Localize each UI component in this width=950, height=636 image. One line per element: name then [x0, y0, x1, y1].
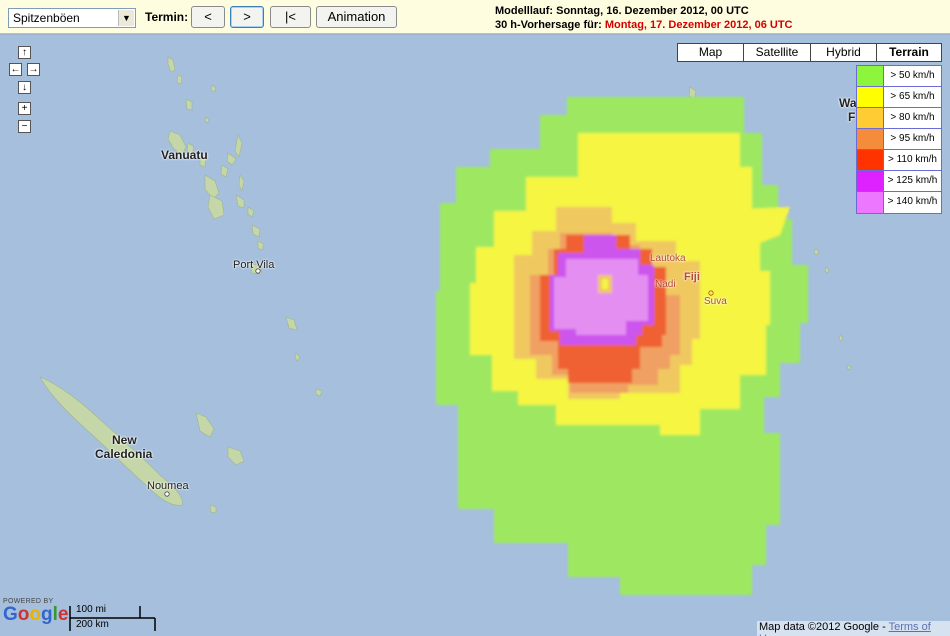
scale-km: 200 km — [76, 619, 109, 630]
toolbar: Spitzenböen ▼ Termin: < > |< Animation M… — [0, 0, 950, 34]
previous-button[interactable]: < — [191, 6, 225, 28]
label-noumea: Noumea — [147, 480, 189, 492]
forecast-prefix: 30 h-Vorhersage für: — [495, 19, 605, 31]
legend-swatch — [857, 87, 884, 107]
scale-miles: 100 mi — [76, 604, 107, 615]
map-attribution: Map data ©2012 Google - Terms of Use — [757, 621, 950, 636]
map-canvas[interactable]: Vanuatu Port Vila New Caledonia Noumea L… — [0, 35, 950, 636]
legend-label: > 110 km/h — [887, 154, 937, 165]
animation-button[interactable]: Animation — [316, 6, 397, 28]
label-lautoka: Lautoka — [650, 253, 686, 264]
new-caledonia-islands — [39, 376, 245, 514]
legend-label: > 125 km/h — [887, 175, 938, 186]
legend-swatch — [857, 150, 884, 170]
legend-label: > 50 km/h — [890, 70, 935, 81]
pan-up-button[interactable]: ↑ — [18, 46, 31, 59]
label-vanuatu: Vanuatu — [161, 148, 208, 162]
pan-left-button[interactable]: ← — [9, 63, 22, 76]
next-button[interactable]: > — [230, 6, 264, 28]
forecast-line: 30 h-Vorhersage für: Montag, 17. Dezembe… — [495, 18, 793, 32]
maptype-map-button[interactable]: Map — [677, 43, 744, 62]
legend-row: > 110 km/h — [857, 150, 941, 171]
label-caledonia: Caledonia — [95, 447, 153, 461]
legend-swatch — [857, 66, 884, 86]
legend-label: > 140 km/h — [887, 196, 938, 207]
legend-label: > 65 km/h — [890, 91, 935, 102]
legend-swatch — [857, 108, 884, 128]
map-layer — [39, 56, 852, 595]
legend-row: > 95 km/h — [857, 129, 941, 150]
legend-label: > 80 km/h — [890, 112, 935, 123]
arrow-right-icon: → — [28, 64, 39, 75]
model-run-text: Modelllauf: Sonntag, 16. Dezember 2012, … — [495, 5, 749, 17]
google-logo[interactable]: POWERED BY Google — [3, 598, 69, 634]
legend-label: > 95 km/h — [890, 133, 935, 144]
arrow-up-icon: ↑ — [22, 47, 27, 58]
legend-row: > 50 km/h — [857, 66, 941, 87]
first-button[interactable]: |< — [270, 6, 311, 28]
legend-row: > 80 km/h — [857, 108, 941, 129]
label-nadi: Nadi — [655, 279, 676, 290]
legend-swatch — [857, 129, 884, 149]
zoom-out-button[interactable]: − — [18, 120, 31, 133]
label-suva: Suva — [704, 296, 727, 307]
zoom-in-button[interactable]: + — [18, 102, 31, 115]
parameter-select-value: Spitzenböen — [13, 11, 80, 25]
label-futuna-partial: F — [848, 110, 856, 124]
pan-right-button[interactable]: → — [27, 63, 40, 76]
wind-legend: > 50 km/h > 65 km/h > 80 km/h > 95 km/h … — [856, 65, 942, 214]
maptype-hybrid-button[interactable]: Hybrid — [810, 43, 877, 62]
legend-swatch — [857, 171, 884, 191]
label-port-vila: Port Vila — [233, 259, 275, 271]
plus-icon: + — [21, 103, 28, 114]
arrow-left-icon: ← — [10, 64, 21, 75]
label-wallis-partial: Wa — [839, 96, 857, 110]
label-new: New — [112, 433, 137, 447]
maptype-terrain-button[interactable]: Terrain — [876, 43, 942, 62]
noumea-marker — [164, 491, 170, 497]
maptype-satellite-button[interactable]: Satellite — [743, 43, 811, 62]
minus-icon: − — [21, 121, 28, 132]
label-fiji: Fiji — [684, 271, 700, 283]
google-wordmark: Google — [3, 604, 69, 625]
chevron-down-icon[interactable]: ▼ — [118, 10, 134, 26]
run-info: Modelllauf: Sonntag, 16. Dezember 2012, … — [495, 4, 793, 32]
arrow-down-icon: ↓ — [22, 82, 27, 93]
legend-row: > 125 km/h — [857, 171, 941, 192]
pan-down-button[interactable]: ↓ — [18, 81, 31, 94]
legend-swatch — [857, 192, 884, 213]
forecast-date: Montag, 17. Dezember 2012, 06 UTC — [604, 19, 793, 31]
wind-field — [436, 97, 808, 595]
attribution-text: Map data ©2012 Google - — [759, 621, 889, 633]
termin-label: Termin: — [145, 10, 189, 24]
scale-bar: 100 mi 200 km — [69, 604, 157, 632]
legend-row: > 140 km/h — [857, 192, 941, 213]
parameter-select[interactable]: Spitzenböen ▼ — [8, 8, 136, 28]
vanuatu-islands — [167, 56, 323, 397]
legend-row: > 65 km/h — [857, 87, 941, 108]
